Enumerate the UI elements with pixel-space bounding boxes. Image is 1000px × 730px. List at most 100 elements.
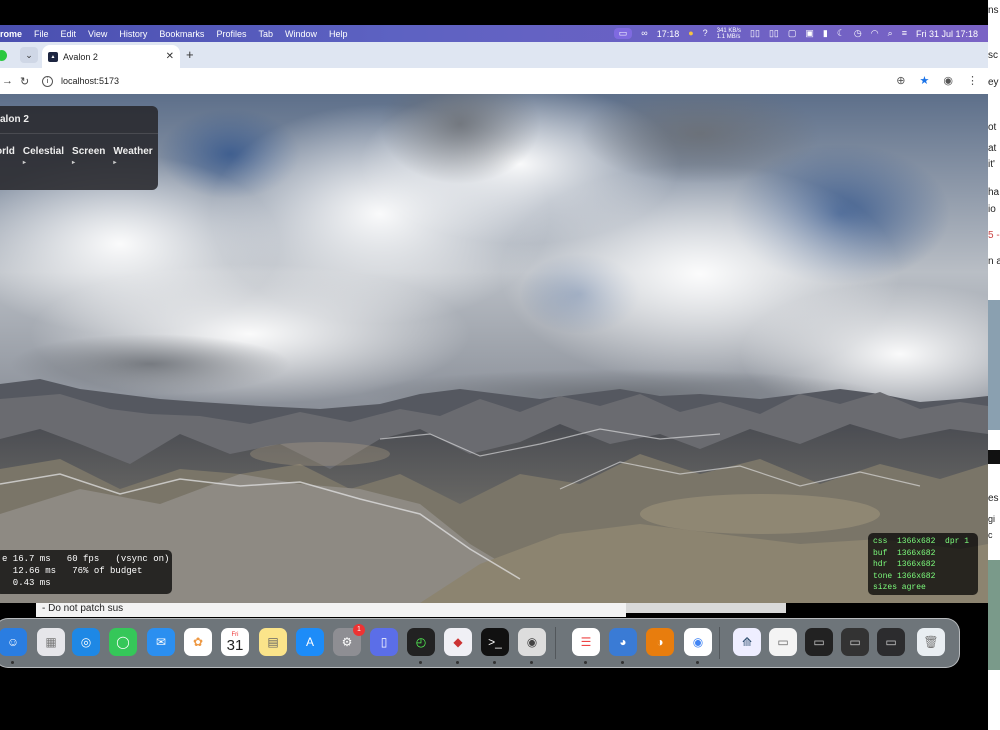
right-background-window: ns sc ey ot at it' ha io 5 - n a es gi c (988, 0, 1000, 730)
clock-icon[interactable]: ◷ (854, 29, 862, 38)
site-info-icon[interactable]: i (42, 75, 53, 87)
folder-celestial[interactable]: Celestial ▸ (23, 146, 64, 166)
app-store-icon[interactable]: A (296, 628, 324, 656)
search-icon[interactable]: ⌕ (888, 29, 893, 38)
sliver-text: gi (988, 514, 996, 524)
tab-strip: ⌄ ▲ Avalon 2 ✕ + (0, 42, 988, 68)
menu-kebab-icon[interactable]: ⋮ (967, 74, 978, 87)
sliver-text: n a (988, 256, 1000, 267)
app-menu[interactable]: rome (0, 29, 28, 39)
recent-window-thumbnail[interactable]: ▭ (769, 628, 797, 656)
new-tab-icon[interactable]: + (186, 47, 194, 62)
sliver-text: c (988, 530, 993, 540)
moon-icon[interactable]: ☾ (837, 29, 845, 38)
macos-dock: ☺ ▦ ◎ ◯ ✉ ✿ Fri 31 ▤ A ⚙ 1 ▯ ◴ ◆ >_ ◉ ☰ … (0, 618, 960, 668)
wifi-icon[interactable]: ◠ (871, 29, 879, 38)
menubar-datetime[interactable]: Fri 31 Jul 17:18 (916, 29, 978, 39)
ollama-icon[interactable]: ◕ (609, 628, 637, 656)
notes-icon[interactable]: ▤ (259, 628, 287, 656)
sizes-tone: tone 1366x682 (873, 571, 936, 581)
notification-badge: 1 (353, 624, 365, 636)
tab-search-button[interactable]: ⌄ (20, 47, 38, 63)
perf-line-cpu: 0.43 ms (2, 578, 51, 588)
recent-window-thumbnail[interactable]: ▭ (841, 628, 869, 656)
status-area: ▭ ∞ 17:18 ● ? 341 KB/s 1.1 MB/s ▯▯ ▯▯ ▢ … (613, 28, 988, 40)
warning-icon[interactable]: ● (688, 29, 693, 38)
window-zoom-button[interactable] (0, 50, 7, 61)
help-icon[interactable]: ? (703, 29, 708, 38)
sizes-status: sizes agree (873, 583, 926, 592)
calendar-icon[interactable]: Fri 31 (221, 628, 249, 656)
menu-profiles[interactable]: Profiles (210, 29, 252, 39)
cpu-icon[interactable]: ▯▯ (750, 29, 760, 38)
dock-separator (555, 627, 556, 659)
battery-icon[interactable]: ▮ (823, 29, 828, 38)
disk-utility-icon[interactable]: ◉ (518, 628, 546, 656)
close-tab-icon[interactable]: ✕ (166, 51, 174, 62)
bookmark-star-icon[interactable]: ★ (920, 74, 930, 87)
memory-icon[interactable]: ▯▯ (769, 29, 779, 38)
dock-separator (719, 627, 720, 659)
sizes-buf: buf 1366x682 (873, 548, 936, 558)
caret-right-icon: ▸ (0, 159, 15, 166)
status-clock[interactable]: 17:18 (657, 29, 680, 39)
link-icon[interactable]: ∞ (641, 29, 647, 38)
activity-monitor-icon[interactable]: ◴ (407, 628, 435, 656)
sliver-desktop (988, 560, 1000, 670)
background-text-line: - Do not patch sus (42, 603, 124, 614)
mail-icon[interactable]: ✉ (147, 628, 175, 656)
trash-icon[interactable]: 🗑 (917, 628, 945, 656)
tab-avalon[interactable]: ▲ Avalon 2 ✕ (42, 45, 180, 68)
menu-help[interactable]: Help (323, 29, 354, 39)
terminal-icon[interactable]: >_ (481, 628, 509, 656)
screen-share-icon[interactable]: ▭ (613, 28, 633, 39)
gui-control-panel: alon 2 orld ▸ Celestial ▸ Screen ▸ (0, 106, 158, 190)
display-icon[interactable]: ▢ (788, 29, 797, 38)
gui-title[interactable]: alon 2 (0, 106, 158, 134)
network-speed[interactable]: 341 KB/s 1.1 MB/s (717, 28, 741, 40)
running-indicator (456, 661, 459, 664)
address-bar[interactable]: i localhost:5173 (36, 71, 936, 91)
menu-tab[interactable]: Tab (252, 29, 279, 39)
render-canvas[interactable]: alon 2 orld ▸ Celestial ▸ Screen ▸ (0, 94, 988, 603)
folder-screen[interactable]: Screen ▸ (72, 146, 105, 166)
macos-menu-bar: rome File Edit View History Bookmarks Pr… (0, 25, 988, 42)
perf-line-frame: e 16.7 ms 60 fps (vsync on) (2, 554, 170, 564)
terminal-glyph: >_ (488, 635, 502, 649)
safari-icon[interactable]: ◎ (72, 628, 100, 656)
finder-icon[interactable]: ☺ (0, 628, 27, 656)
profile-icon[interactable]: ◉ (943, 74, 953, 87)
menu-edit[interactable]: Edit (55, 29, 83, 39)
folder-world[interactable]: orld ▸ (0, 146, 15, 166)
folder-weather[interactable]: Weather ▸ (113, 146, 152, 166)
sizes-hdr: hdr 1366x682 (873, 560, 936, 569)
reload-icon[interactable]: ↻ (14, 75, 35, 88)
zoom-icon[interactable]: ⊕ (896, 74, 905, 87)
simulator-icon[interactable]: ▯ (370, 628, 398, 656)
photos-icon[interactable]: ✿ (184, 628, 212, 656)
launchpad-icon[interactable]: ▦ (37, 628, 65, 656)
recent-window-thumbnail[interactable]: ▭ (877, 628, 905, 656)
tab-title: Avalon 2 (63, 51, 98, 62)
system-settings-icon[interactable]: ⚙ 1 (333, 624, 365, 656)
downloads-folder-icon[interactable]: ⟰ (733, 628, 761, 656)
sliver-image (988, 300, 1000, 430)
textedit-icon[interactable]: ☰ (572, 628, 600, 656)
menu-view[interactable]: View (82, 29, 113, 39)
messages-icon[interactable]: ◯ (109, 628, 137, 656)
perf-stats-overlay: e 16.7 ms 60 fps (vsync on) 12.66 ms 76%… (0, 550, 172, 594)
menu-file[interactable]: File (28, 29, 55, 39)
control-center-icon[interactable]: ≡ (902, 29, 907, 38)
menu-history[interactable]: History (113, 29, 153, 39)
gui-folders: orld ▸ Celestial ▸ Screen ▸ Weather ▸ (0, 134, 158, 166)
url-text[interactable]: localhost:5173 (61, 76, 119, 86)
menu-window[interactable]: Window (279, 29, 323, 39)
chrome-icon[interactable]: ◉ (684, 628, 712, 656)
lock-icon[interactable]: ▣ (805, 29, 814, 38)
recent-window-thumbnail[interactable]: ▭ (805, 628, 833, 656)
menu-bookmarks[interactable]: Bookmarks (153, 29, 210, 39)
preview-icon[interactable]: ◆ (444, 628, 472, 656)
browser-window: ⌄ ▲ Avalon 2 ✕ + → ↻ i localhost:5173 ⊕ … (0, 42, 988, 603)
running-indicator (530, 661, 533, 664)
blender-icon[interactable]: ◑ (646, 628, 674, 656)
